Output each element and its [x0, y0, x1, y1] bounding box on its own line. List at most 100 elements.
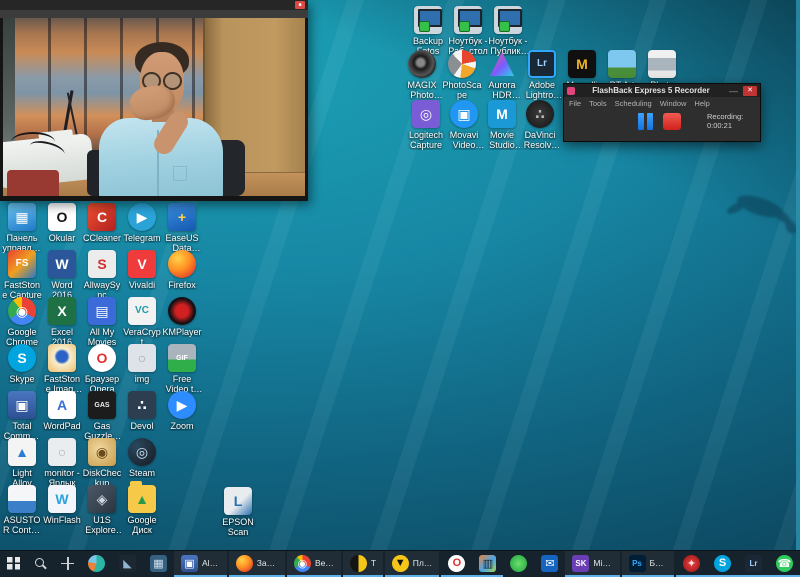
icon-telegram-image: ▶: [128, 203, 156, 231]
taskbar-app-red[interactable]: ✦: [676, 551, 707, 577]
stop-button[interactable]: [663, 113, 681, 130]
recorder-menu-tools[interactable]: Tools: [589, 99, 607, 108]
icon-firefox[interactable]: Firefox: [162, 250, 202, 290]
icon-davinci-resolve[interactable]: ∴DaVinci Resolve Proj...: [520, 100, 560, 150]
taskbar-app-swoosh[interactable]: ◣: [112, 551, 143, 577]
icon-google-drive-label: Google Диск: [122, 515, 162, 535]
recording-status-label: Recording:: [707, 112, 743, 121]
icon-diskcheckup[interactable]: ◉DiskCheckup: [82, 438, 122, 488]
icon-photoscape[interactable]: PhotoScape: [442, 50, 482, 100]
icon-veracrypt[interactable]: VCVeraCrypt: [122, 297, 162, 347]
icon-wordpad[interactable]: AWordPad: [42, 391, 82, 431]
taskbar-task-firefox[interactable]: Заявка на курс...: [229, 551, 285, 577]
icon-faststone-image-viewer[interactable]: FastStone Image Viewer: [42, 344, 82, 394]
icon-control-panel[interactable]: ▦Панель управления: [2, 203, 42, 253]
pause-button[interactable]: [638, 113, 653, 130]
icon-free-video-to-gif-image: GIF: [168, 344, 196, 372]
icon-gas-guzzlers[interactable]: GASGas Guzzlers Extreme: [82, 391, 122, 441]
icon-ccleaner-label: CCleaner: [82, 233, 122, 243]
icon-img-folder-glyph: ○: [138, 351, 146, 365]
taskbar-app-lightroom-icon: Lr: [745, 555, 762, 572]
taskbar-app-mail[interactable]: ✉: [534, 551, 565, 577]
icon-all-my-movies[interactable]: ▤All My Movies: [82, 297, 122, 347]
icon-light-alloy[interactable]: ▲Light Alloy: [2, 438, 42, 488]
icon-easeus-data-recovery-image: +: [168, 203, 196, 231]
taskbar-task-chrome-icon: ◉: [294, 555, 311, 572]
taskbar-task-the-bat[interactable]: The Bat!: [343, 551, 383, 577]
flashback-recorder-window[interactable]: FlashBack Express 5 Recorder — ✕ FileToo…: [563, 83, 761, 142]
icon-backup-fotos[interactable]: Backup Fotos: [408, 6, 448, 56]
icon-free-video-to-gif[interactable]: GIFFree Video to GIF Converter: [162, 344, 202, 394]
icon-easeus-data-recovery[interactable]: +EaseUS Data Recovery ...: [162, 203, 202, 253]
icon-img-folder[interactable]: ○img: [122, 344, 162, 384]
recorder-menu-file[interactable]: File: [569, 99, 581, 108]
recorder-menu-window[interactable]: Window: [660, 99, 687, 108]
search-button[interactable]: [27, 551, 54, 577]
icon-wordpad-glyph: A: [57, 398, 67, 412]
icon-total-commander[interactable]: ▣Total Commande...: [2, 391, 42, 441]
icon-photo-pro-x[interactable]: MAGIX Photo Pro X: [402, 50, 442, 100]
icon-winflash[interactable]: WWinFlash: [42, 485, 82, 525]
icon-kmplayer[interactable]: KMPlayer: [162, 297, 202, 337]
taskbar-task-batman-player[interactable]: ▼Плеер соедин...: [385, 551, 440, 577]
icon-notebook-rab-stol[interactable]: Ноутбук - Раб. стол: [448, 6, 488, 56]
taskbar-app-capture[interactable]: [81, 551, 112, 577]
icon-light-alloy-glyph: ▲: [15, 445, 29, 459]
recorder-menu-help[interactable]: Help: [694, 99, 709, 108]
taskbar-app-whatsapp[interactable]: ☎: [769, 551, 800, 577]
icon-google-drive[interactable]: ▲Google Диск: [122, 485, 162, 535]
taskbar-app-green[interactable]: [503, 551, 534, 577]
icon-opera-browser[interactable]: OБраузер Opera: [82, 344, 122, 394]
icon-asustor-control[interactable]: ASUSTOR Control ...: [2, 485, 42, 535]
icon-adobe-lightroom[interactable]: LrAdobe Lightroom: [522, 50, 562, 100]
icon-logitech-capture-label: Logitech Capture: [406, 130, 446, 150]
icon-notebook-publikacii[interactable]: Ноутбук - Публикации: [488, 6, 528, 56]
icon-monitor-shortcut[interactable]: ○monitor - Ярлык: [42, 438, 82, 488]
crosshair-button[interactable]: [54, 551, 81, 577]
icon-backup-fotos-image: [414, 6, 442, 34]
icon-diskcheckup-glyph: ◉: [96, 445, 108, 459]
icon-steam-glyph: ◎: [136, 445, 148, 459]
icon-logitech-capture-glyph: ◎: [420, 107, 432, 121]
icon-steam-image: ◎: [128, 438, 156, 466]
webcam-close-button[interactable]: ■: [295, 1, 305, 9]
icon-excel-2016[interactable]: XExcel 2016: [42, 297, 82, 347]
icon-zoom[interactable]: ▶Zoom: [162, 391, 202, 431]
icon-google-chrome[interactable]: ◉Google Chrome: [2, 297, 42, 347]
taskbar-app-lightroom[interactable]: Lr: [738, 551, 769, 577]
icon-aurora-hdr-2019-image: [488, 50, 516, 78]
icon-vivaldi[interactable]: VVivaldi: [122, 250, 162, 290]
taskbar-task-microsoft-sk[interactable]: SKMicrosoft Fron...: [565, 551, 619, 577]
icon-movie-studio-label: Movie Studio 16.0 Platinum: [482, 130, 522, 150]
start-button[interactable]: [0, 551, 27, 577]
icon-word-2016[interactable]: WWord 2016: [42, 250, 82, 300]
icon-aurora-hdr-2019[interactable]: Aurora HDR 2019: [482, 50, 522, 100]
webcam-window[interactable]: ■: [0, 0, 308, 201]
icon-epson-scan[interactable]: LEPSON Scan: [218, 487, 258, 537]
taskbar-task-photoshop[interactable]: PsБез имени-1 ...: [622, 551, 675, 577]
icon-u1s-explorer[interactable]: ◈U1S Explorer Standard A...: [82, 485, 122, 535]
icon-gas-guzzlers-glyph: GAS: [94, 402, 109, 409]
recorder-close-button[interactable]: ✕: [743, 86, 757, 96]
recorder-minimize-button[interactable]: —: [727, 88, 740, 94]
taskbar-app-opera[interactable]: O: [441, 551, 472, 577]
icon-ccleaner[interactable]: CCCleaner: [82, 203, 122, 243]
icon-okular[interactable]: OOkular: [42, 203, 82, 243]
taskbar-task-batman-player-icon: ▼: [392, 555, 409, 572]
taskbar-task-total-commander-label: Alex Fdm^ - T...: [202, 558, 220, 568]
icon-steam[interactable]: ◎Steam: [122, 438, 162, 478]
taskbar-task-total-commander[interactable]: ▣Alex Fdm^ - T...: [174, 551, 227, 577]
icon-movie-studio[interactable]: MMovie Studio 16.0 Platinum: [482, 100, 522, 150]
recorder-menu-scheduling[interactable]: Scheduling: [615, 99, 652, 108]
icon-telegram[interactable]: ▶Telegram: [122, 203, 162, 243]
icon-allwaysync[interactable]: SAllwaySync: [82, 250, 122, 300]
icon-devol[interactable]: ∴Devol: [122, 391, 162, 431]
icon-faststone-capture[interactable]: FSFastStone Capture: [2, 250, 42, 300]
icon-movavi-video-editor[interactable]: ▣Movavi Video Editor Plus 2...: [444, 100, 484, 150]
taskbar-app-remote-pc[interactable]: ▦: [143, 551, 174, 577]
icon-skype[interactable]: SSkype: [2, 344, 42, 384]
taskbar-app-skype[interactable]: S: [707, 551, 738, 577]
taskbar-task-chrome[interactable]: ◉Веб-версия C...: [287, 551, 341, 577]
taskbar-app-movie-maker[interactable]: ▥: [472, 551, 503, 577]
icon-logitech-capture[interactable]: ◎ Logitech Capture: [406, 100, 446, 150]
